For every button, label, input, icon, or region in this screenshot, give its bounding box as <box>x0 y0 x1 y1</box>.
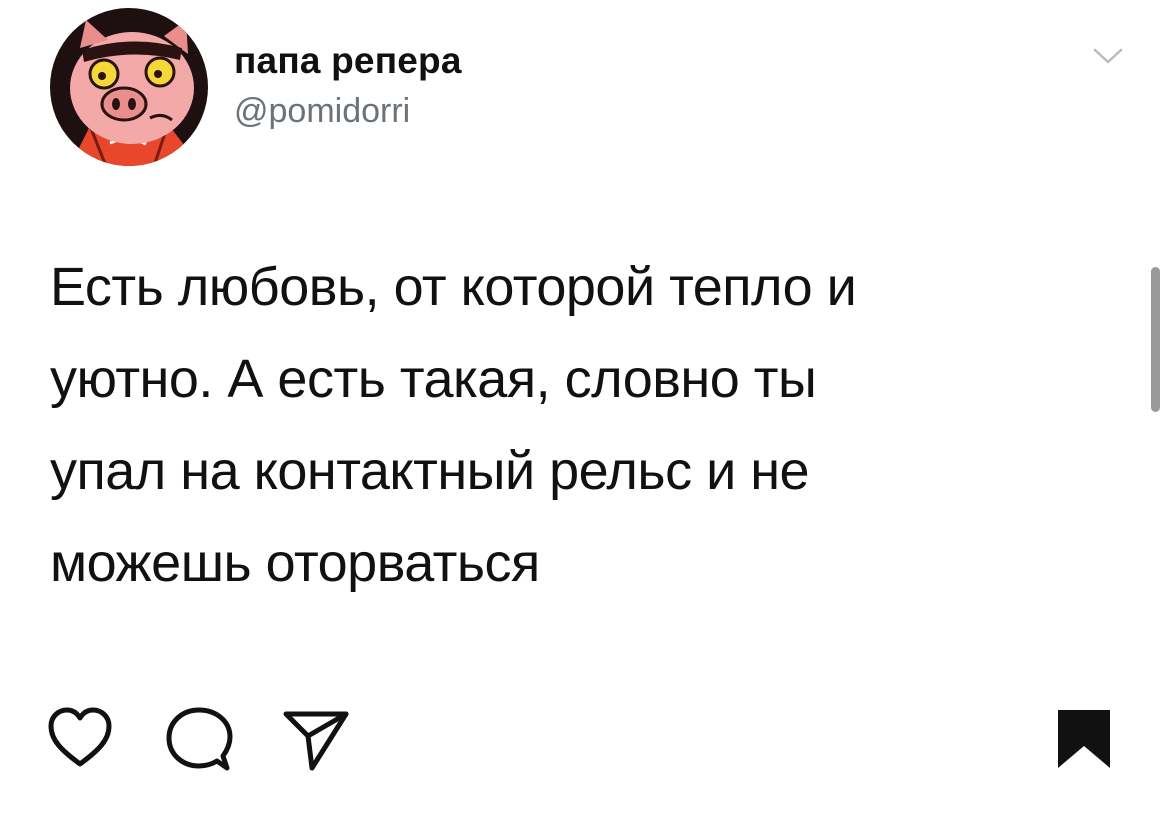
tweet-text-line: можешь оторваться <box>50 533 540 593</box>
author-handle[interactable]: @pomidorri <box>234 92 410 131</box>
heart-icon[interactable] <box>47 706 113 770</box>
pig-avatar-image <box>50 8 208 166</box>
avatar[interactable] <box>50 8 208 166</box>
scrollbar[interactable] <box>1151 267 1160 412</box>
bookmark-icon[interactable] <box>1056 708 1112 770</box>
tweet-text-line: уютно. А есть такая, словно ты <box>50 349 817 409</box>
comment-icon[interactable] <box>165 706 233 772</box>
tweet-text-line: Есть любовь, от которой тепло и <box>50 257 857 317</box>
tweet-text-line: упал на контактный рельс и не <box>50 441 810 501</box>
author-display-name[interactable]: папа репера <box>234 40 462 82</box>
tweet-text: Есть любовь, от которой тепло и уютно. А… <box>50 241 1090 609</box>
share-icon[interactable] <box>282 706 350 772</box>
chevron-down-icon[interactable] <box>1092 46 1124 66</box>
